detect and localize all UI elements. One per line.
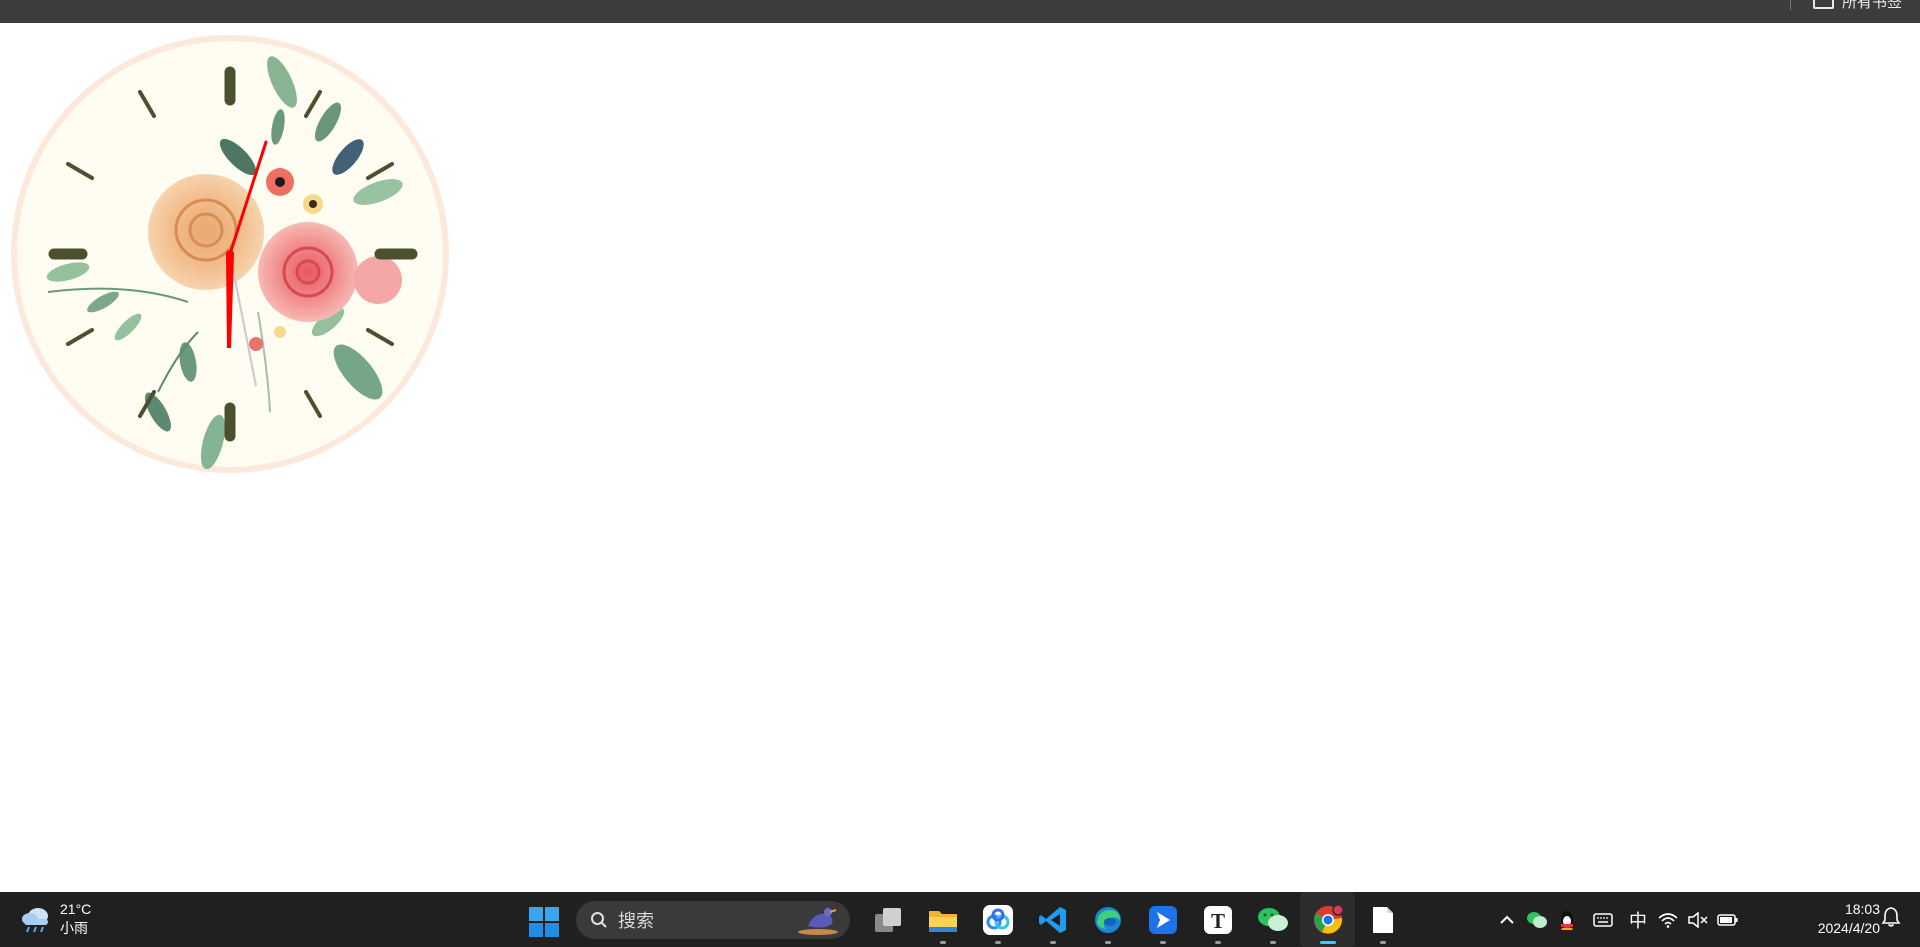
clock-face	[11, 35, 449, 473]
taskbar-app-file-explorer[interactable]	[915, 892, 970, 947]
running-indicator	[1159, 941, 1166, 944]
running-indicator	[1214, 941, 1221, 944]
weather-widget[interactable]: 21°C 小雨	[20, 900, 91, 938]
taskbar-app-feishu[interactable]	[1135, 892, 1190, 947]
taskbar-search-box[interactable]: 搜索	[576, 901, 850, 939]
tray-wifi[interactable]	[1653, 892, 1683, 947]
all-bookmarks-label: 所有书签	[1841, 0, 1902, 11]
speaker-muted-icon	[1688, 911, 1708, 928]
tray-wechat[interactable]	[1522, 892, 1552, 947]
task-view-icon	[874, 907, 901, 932]
folder-icon	[1812, 0, 1834, 9]
running-indicator	[994, 941, 1001, 944]
battery-charging-icon	[1717, 913, 1738, 926]
tray-qq[interactable]	[1552, 892, 1582, 947]
qq-penguin-icon	[1561, 910, 1573, 930]
typora-icon: T	[1203, 905, 1232, 934]
feishu-icon	[1148, 905, 1177, 934]
taskbar-app-baidu-netdisk[interactable]	[970, 892, 1025, 947]
svg-text:T: T	[1210, 909, 1224, 933]
bookmark-separator	[1790, 0, 1791, 10]
running-indicator	[1269, 941, 1276, 944]
taskbar-app-task-view[interactable]	[860, 892, 915, 947]
taskbar-clock[interactable]: 18:03 2024/4/20	[1790, 900, 1880, 938]
chevron-up-icon	[1500, 915, 1514, 924]
analog-clock	[8, 32, 452, 476]
taskbar-app-edge[interactable]	[1080, 892, 1135, 947]
browser-bookmark-bar: 所有书签	[0, 0, 1920, 23]
taskbar-date: 2024/4/20	[1817, 920, 1880, 936]
wifi-icon	[1658, 912, 1678, 928]
taskbar-app-notepad[interactable]	[1355, 892, 1410, 947]
folder-icon	[928, 910, 957, 932]
running-indicator	[1319, 941, 1336, 944]
tray-battery[interactable]	[1713, 892, 1743, 947]
tray-touch-keyboard[interactable]	[1582, 892, 1623, 947]
taskbar-app-typora[interactable]: T	[1190, 892, 1245, 947]
notification-bell-icon[interactable]	[1880, 906, 1902, 928]
running-indicator	[1379, 941, 1386, 944]
wechat-tray-icon	[1527, 911, 1547, 928]
wechat-icon	[1257, 907, 1288, 931]
weather-temperature: 21°C	[60, 901, 92, 917]
edge-icon	[1094, 906, 1121, 933]
taskbar-time: 18:03	[1844, 901, 1880, 917]
weather-condition: 小雨	[60, 920, 88, 936]
running-indicator	[1049, 941, 1056, 944]
taskbar-app-wechat[interactable]	[1245, 892, 1300, 947]
running-indicator	[939, 941, 946, 944]
chrome-icon	[1313, 903, 1344, 934]
tray-overflow-button[interactable]	[1492, 892, 1522, 947]
tray-volume-muted[interactable]	[1683, 892, 1713, 947]
tray-ime-indicator[interactable]: 中	[1623, 892, 1653, 947]
taskbar-app-vscode[interactable]	[1025, 892, 1080, 947]
search-icon	[591, 912, 607, 928]
search-placeholder: 搜索	[618, 911, 654, 931]
all-bookmarks-button[interactable]: 所有书签	[1812, 0, 1902, 11]
windows-taskbar: 21°C 小雨 搜索 T 中 18:03 2024/4/20	[0, 892, 1920, 947]
system-tray: 中	[1492, 892, 1743, 947]
taskbar-pinned-apps: T	[860, 892, 1410, 947]
keyboard-icon	[1592, 912, 1613, 927]
cloud-rain-icon	[22, 908, 48, 933]
clock-center-pin	[226, 250, 234, 258]
netdisk-icon	[982, 904, 1013, 935]
vscode-icon	[1038, 906, 1066, 933]
search-highlight-icon[interactable]	[794, 904, 842, 936]
file-icon	[1372, 906, 1393, 933]
running-indicator	[1104, 941, 1111, 944]
taskbar-app-chrome[interactable]	[1300, 892, 1355, 947]
start-button[interactable]	[528, 906, 560, 938]
